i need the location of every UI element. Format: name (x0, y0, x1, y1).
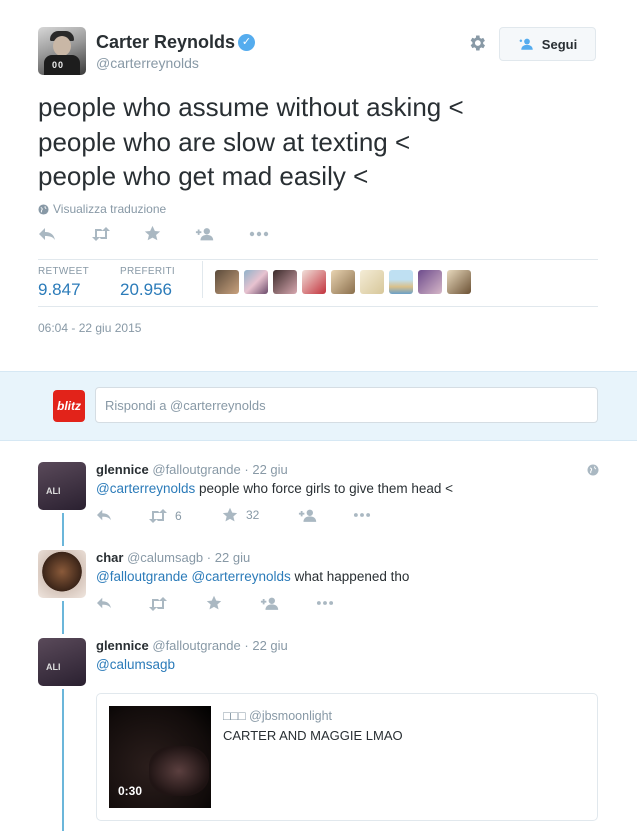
follow-button-label: Segui (541, 36, 578, 52)
reply-date[interactable]: 22 giu (215, 550, 250, 565)
reply-action-icon[interactable] (96, 596, 112, 610)
translate-label: Visualizza traduzione (53, 202, 167, 216)
thread-connector (62, 513, 64, 546)
divider (38, 259, 598, 260)
follow-button[interactable]: Segui (499, 27, 596, 61)
globe-icon (38, 203, 49, 215)
avatar-shirt-text: 00 (52, 60, 65, 70)
reply-author-name[interactable]: char (96, 550, 123, 565)
reply-date[interactable]: 22 giu (252, 462, 287, 477)
reply-author-handle[interactable]: @calumsagb (127, 550, 203, 565)
favoriter-avatar[interactable] (447, 270, 471, 294)
tweet-text: people who assume without asking < peopl… (38, 92, 464, 191)
reply-date[interactable]: 22 giu (252, 638, 287, 653)
follow-action-icon[interactable] (195, 226, 215, 242)
favorite-star-icon (222, 507, 238, 522)
reply-author-handle[interactable]: @falloutgrande (152, 462, 240, 477)
reply-input[interactable]: Rispondi a @carterreynolds (95, 387, 598, 423)
card-handle: @jbsmoonlight (249, 709, 333, 723)
card-text: CARTER AND MAGGIE LMAO (223, 728, 403, 743)
more-icon[interactable] (248, 226, 270, 242)
reply-header: glennice @falloutgrande · 22 giu (96, 638, 288, 653)
reply-text-body: people who force girls to give them head… (195, 481, 454, 496)
reply-action-icon[interactable] (38, 226, 56, 242)
retweets-count[interactable]: 9.847 (38, 280, 81, 300)
translate-link[interactable]: Visualizza traduzione (38, 202, 166, 216)
favoriter-avatar[interactable] (273, 270, 297, 294)
video-thumbnail[interactable]: 0:30 (109, 706, 211, 808)
gear-icon[interactable] (467, 33, 487, 53)
globe-icon (587, 463, 599, 481)
divider (38, 306, 598, 307)
favoriter-avatar[interactable] (302, 270, 326, 294)
favoriter-avatar[interactable] (244, 270, 268, 294)
author-avatar[interactable]: 00 (38, 27, 86, 75)
favorite-star-icon[interactable] (206, 595, 222, 611)
reply-author-handle[interactable]: @falloutgrande (152, 638, 240, 653)
reply-avatar[interactable] (38, 550, 86, 598)
retweet-action-icon[interactable] (148, 596, 168, 612)
stats-separator (202, 261, 203, 298)
verified-badge-icon: ✓ (238, 34, 255, 51)
reply-text-body: what happened tho (290, 569, 410, 584)
thread-connector (62, 601, 64, 634)
favoriter-avatar[interactable] (331, 270, 355, 294)
favorite-action[interactable]: 32 (222, 507, 259, 523)
reply-text: @falloutgrande @carterreynolds what happ… (96, 569, 409, 584)
favorite-count: 32 (246, 508, 260, 522)
favoriter-avatar[interactable] (418, 270, 442, 294)
favoriter-avatar[interactable] (215, 270, 239, 294)
follow-action-icon[interactable] (260, 596, 280, 611)
more-icon[interactable] (352, 508, 372, 522)
follow-action-icon[interactable] (298, 508, 318, 523)
reply-avatar[interactable]: ALI (38, 638, 86, 686)
retweet-action[interactable]: 6 (148, 508, 182, 524)
retweets-label: RETWEET (38, 266, 89, 277)
author-handle[interactable]: @carterreynolds (96, 55, 199, 71)
follow-person-icon (519, 38, 533, 50)
reply-action-icon[interactable] (96, 508, 112, 522)
mention-link[interactable]: @falloutgrande @carterreynolds (96, 569, 291, 584)
mention-link[interactable]: @calumsagb (96, 657, 175, 672)
retweet-action-icon (149, 509, 167, 523)
author-name[interactable]: Carter Reynolds (96, 32, 235, 53)
tweet-timestamp[interactable]: 06:04 - 22 giu 2015 (38, 321, 141, 335)
reply-placeholder: Rispondi a @carterreynolds (105, 397, 266, 413)
reply-header: char @calumsagb · 22 giu (96, 550, 251, 565)
favorites-label: PREFERITI (120, 266, 175, 277)
current-user-avatar: blitz (53, 390, 85, 422)
mention-link[interactable]: @carterreynolds (96, 481, 195, 496)
reply-author-name[interactable]: glennice (96, 638, 149, 653)
favorites-count[interactable]: 20.956 (120, 280, 172, 300)
more-icon[interactable] (315, 596, 335, 610)
favoriter-avatar[interactable] (389, 270, 413, 294)
reply-text: @calumsagb (96, 657, 175, 672)
video-duration: 0:30 (118, 784, 143, 798)
reply-author-name[interactable]: glennice (96, 462, 149, 477)
retweet-action-icon[interactable] (91, 226, 111, 242)
card-author[interactable]: □□□ @jbsmoonlight (223, 709, 332, 723)
reply-header: glennice @falloutgrande · 22 giu (96, 462, 288, 477)
thread-connector (62, 689, 64, 831)
card-account-name: □□□ (223, 709, 246, 723)
favoriter-avatar[interactable] (360, 270, 384, 294)
retweet-count: 6 (175, 509, 182, 523)
favorite-star-icon[interactable] (144, 225, 161, 242)
reply-avatar[interactable]: ALI (38, 462, 86, 510)
reply-text: @carterreynolds people who force girls t… (96, 481, 453, 496)
